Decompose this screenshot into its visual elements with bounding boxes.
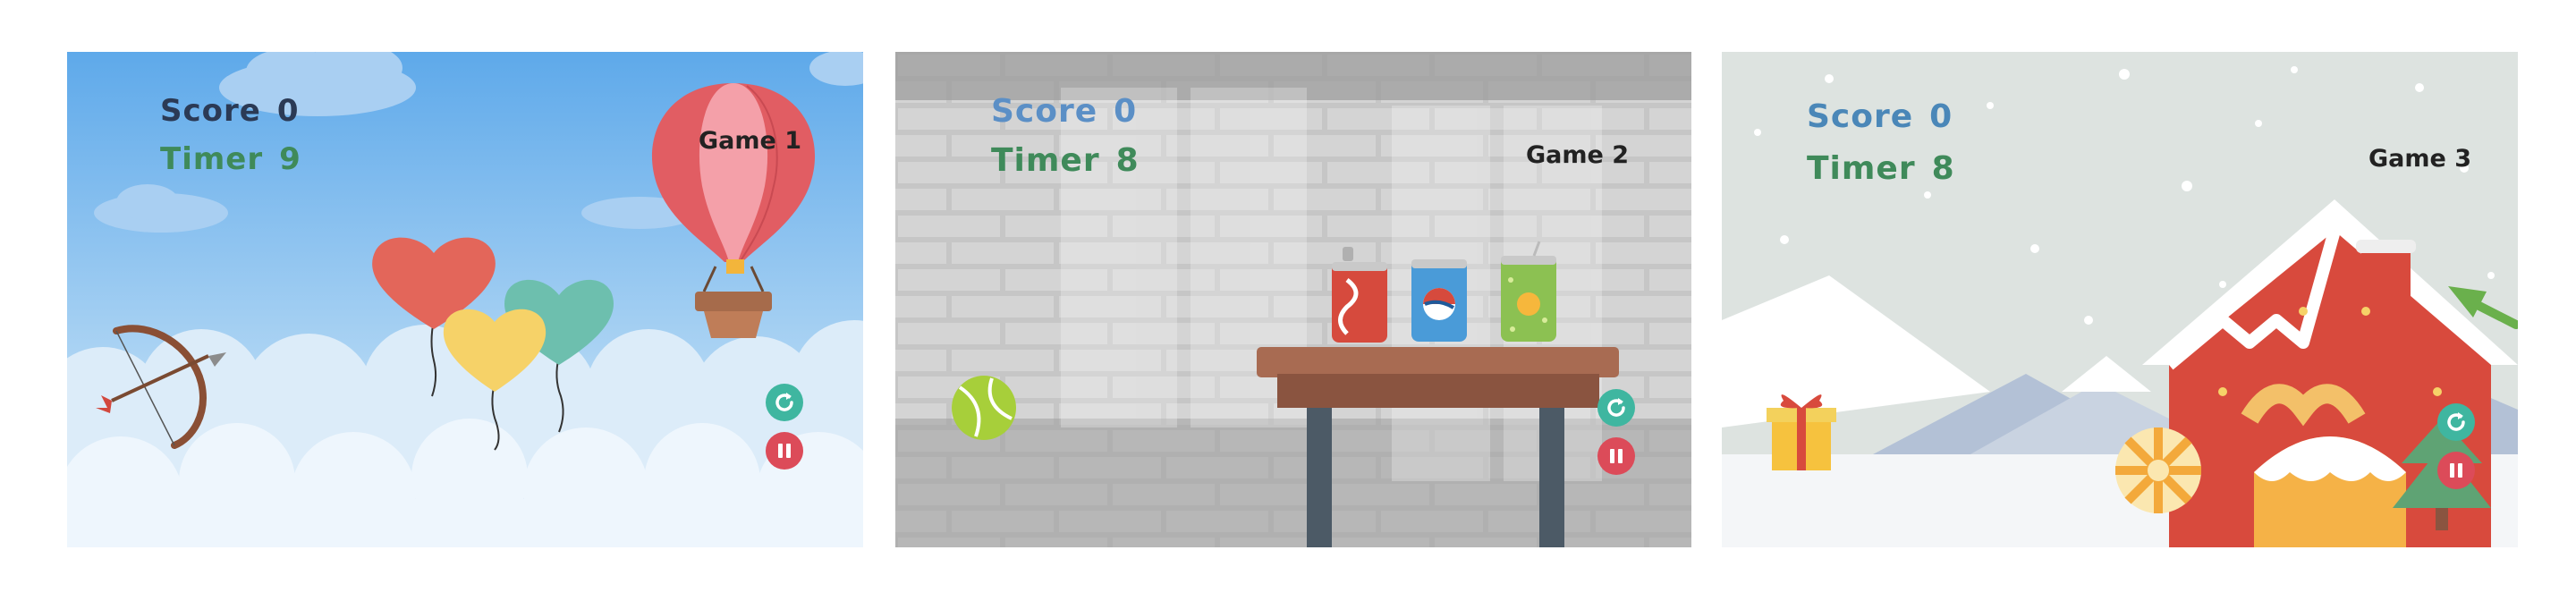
tennis-ball[interactable]: [952, 376, 1016, 440]
score-value: 0: [1114, 93, 1138, 130]
pause-icon: [766, 432, 803, 470]
timer-display: Timer 8: [1807, 150, 1955, 187]
timer-display: Timer 8: [991, 142, 1140, 179]
pause-button[interactable]: [2436, 451, 2476, 490]
timer-label: Timer: [991, 142, 1100, 179]
game-title: Game 1: [699, 127, 802, 155]
timer-value: 8: [1931, 150, 1955, 187]
game-title: Game 3: [2368, 145, 2472, 173]
score-value: 0: [276, 93, 300, 129]
timer-label: Timer: [160, 141, 264, 177]
score-label: Score: [991, 93, 1098, 130]
timer-value: 8: [1115, 142, 1140, 179]
score-display: Score 0: [160, 93, 300, 129]
score-label: Score: [1807, 98, 1914, 135]
refresh-icon: [766, 384, 803, 421]
pause-button[interactable]: [1597, 436, 1636, 476]
can-green[interactable]: [1501, 241, 1556, 342]
refresh-icon: [2437, 403, 2475, 441]
restart-button[interactable]: [765, 383, 804, 422]
timer-value: 9: [279, 141, 301, 177]
timer-label: Timer: [1807, 150, 1916, 187]
game-title: Game 2: [1526, 141, 1630, 169]
can-blue[interactable]: [1411, 259, 1467, 342]
restart-button[interactable]: [2436, 402, 2476, 442]
score-display: Score 0: [1807, 98, 1953, 135]
game-3-panel[interactable]: Score 0 Timer 8 Game 3: [1722, 52, 2518, 547]
score-display: Score 0: [991, 93, 1137, 130]
pause-icon: [2437, 452, 2475, 489]
score-label: Score: [160, 93, 261, 129]
timer-display: Timer 9: [160, 141, 301, 177]
refresh-icon: [1597, 389, 1635, 427]
pause-button[interactable]: [765, 431, 804, 470]
pause-icon: [1597, 437, 1635, 475]
game-2-panel[interactable]: Score 0 Timer 8 Game 2: [895, 52, 1691, 547]
restart-button[interactable]: [1597, 388, 1636, 427]
score-value: 0: [1929, 98, 1953, 135]
game-1-panel[interactable]: Score 0 Timer 9 Game 1: [67, 52, 863, 547]
candy-swirl[interactable]: [2115, 427, 2201, 513]
